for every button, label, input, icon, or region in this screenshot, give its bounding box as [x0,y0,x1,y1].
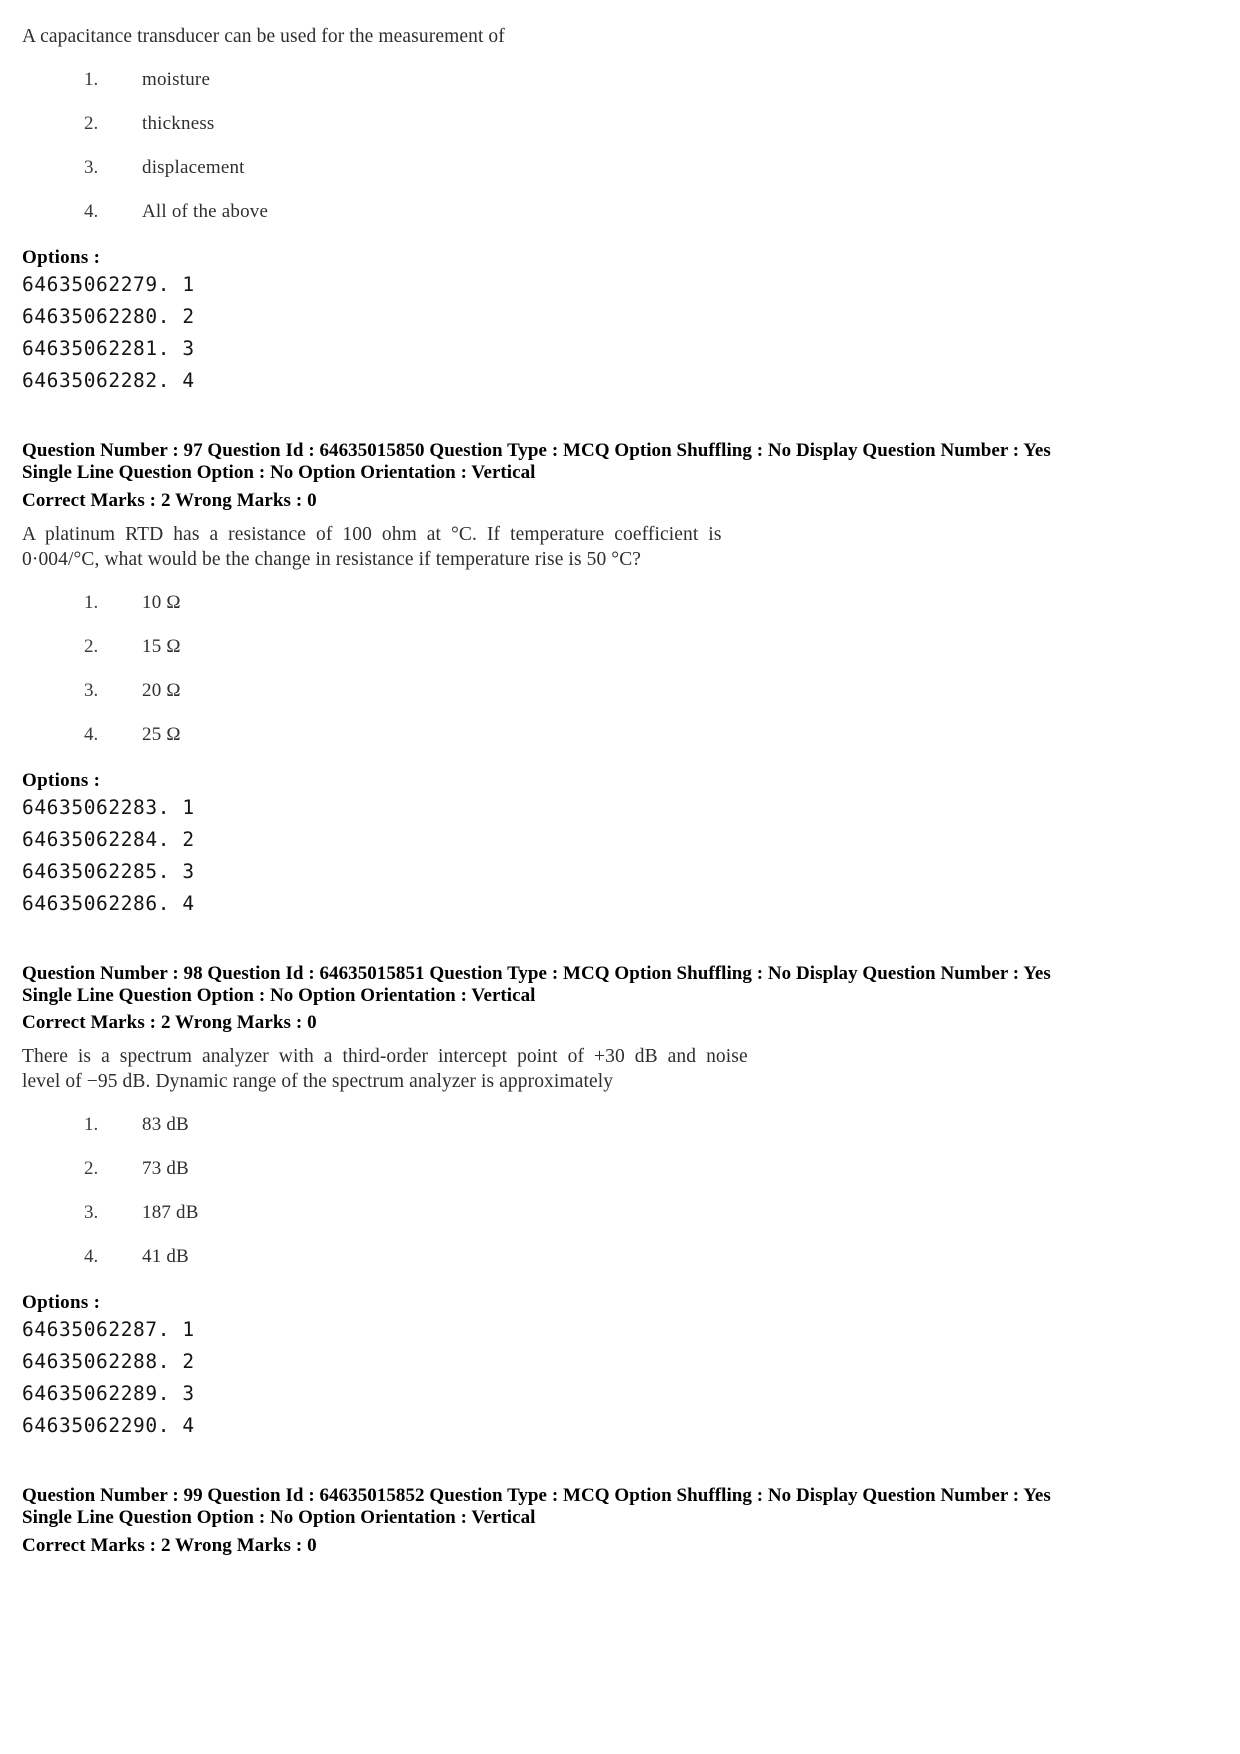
option-id-row: 64635062279. 1 [22,273,195,296]
choice-item[interactable]: 3. displacement [22,157,1062,179]
metadata-line-1: Question Number : 99 Question Id : 64635… [22,1485,1051,1506]
stem-line: level of −95 dB. Dynamic range of the sp… [22,1071,614,1092]
option-id-list-98: 64635062287. 1 64635062288. 2 6463506228… [22,1314,1062,1442]
marks-line-99: Correct Marks : 2 Wrong Marks : 0 [22,1534,317,1556]
choice-text: moisture [142,69,211,90]
option-id-row: 64635062281. 3 [22,337,195,360]
choice-text: displacement [142,157,245,178]
marks-line-98: Correct Marks : 2 Wrong Marks : 0 [22,1012,317,1033]
choice-number: 4. [84,723,99,745]
question-stem-97: A platinum RTD has a resistance of 100 o… [22,522,1062,572]
metadata-line-1: Question Number : 98 Question Id : 64635… [22,962,1051,984]
choice-number: 4. [84,1246,99,1267]
choice-number: 3. [84,1202,99,1223]
choice-number: 2. [84,1158,99,1179]
choice-item[interactable]: 1. 83 dB [22,1114,1062,1136]
choice-number: 3. [84,679,99,701]
question-stem-98: There is a spectrum analyzer with a thir… [22,1044,1062,1094]
question-block-98: Question Number : 98 Question Id : 64635… [22,962,1062,1443]
choice-list-98: 1. 83 dB 2. 73 dB 3. 187 dB 4. 41 dB [22,1114,1062,1268]
choice-number: 1. [84,69,99,90]
question-metadata-97: Question Number : 97 Question Id : 64635… [22,441,1062,483]
choice-number: 1. [84,1114,99,1135]
carryover-question-block: A capacitance transducer can be used for… [22,24,1062,397]
stem-line: There is a spectrum analyzer with a thir… [22,1046,748,1067]
option-id-row: 64635062285. 3 [22,859,195,883]
choice-item[interactable]: 4. All of the above [22,201,1062,223]
choice-item[interactable]: 1. 10 Ω [22,592,1062,614]
question-block-99: Question Number : 99 Question Id : 64635… [22,1486,1062,1557]
options-label: Options : [22,1292,101,1313]
choice-text: 41 dB [142,1246,189,1267]
choice-number: 1. [84,591,99,613]
page-content: A capacitance transducer can be used for… [22,24,1062,1557]
question-metadata-99: Question Number : 99 Question Id : 64635… [22,1486,1062,1528]
option-id-row: 64635062287. 1 [22,1318,195,1341]
stem-line: 0·004/°C, what would be the change in re… [22,548,642,570]
carryover-question-stem: A capacitance transducer can be used for… [22,26,505,47]
option-id-row: 64635062286. 4 [22,891,195,915]
option-id-row: 64635062284. 2 [22,827,195,851]
choice-text: 15 Ω [142,635,181,657]
choice-item[interactable]: 4. 25 Ω [22,724,1062,746]
choice-text: 25 Ω [142,723,181,745]
option-id-list: 64635062279. 1 64635062280. 2 6463506228… [22,269,1062,397]
marks-line-97: Correct Marks : 2 Wrong Marks : 0 [22,489,317,511]
carryover-choice-list: 1. moisture 2. thickness 3. displacement… [22,69,1062,223]
question-block-97: Question Number : 97 Question Id : 64635… [22,441,1062,920]
choice-text: 83 dB [142,1114,189,1135]
choice-item[interactable]: 2. 73 dB [22,1158,1062,1180]
option-id-row: 64635062283. 1 [22,795,195,819]
option-id-row: 64635062290. 4 [22,1414,195,1437]
choice-item[interactable]: 4. 41 dB [22,1246,1062,1268]
choice-text: 10 Ω [142,591,181,613]
option-id-list-97: 64635062283. 1 64635062284. 2 6463506228… [22,792,1062,920]
metadata-line-1: Question Number : 97 Question Id : 64635… [22,440,1051,461]
option-id-row: 64635062282. 4 [22,369,195,392]
option-id-row: 64635062288. 2 [22,1350,195,1373]
metadata-line-2: Single Line Question Option : No Option … [22,984,536,1006]
question-metadata-98: Question Number : 98 Question Id : 64635… [22,962,1062,1006]
choice-item[interactable]: 2. 15 Ω [22,636,1062,658]
choice-text: 187 dB [142,1202,199,1223]
choice-number: 3. [84,157,99,178]
stem-line: A platinum RTD has a resistance of 100 o… [22,523,722,545]
choice-item[interactable]: 1. moisture [22,69,1062,91]
exam-answer-key-page: A capacitance transducer can be used for… [0,0,1240,1754]
choice-number: 2. [84,113,99,134]
choice-item[interactable]: 2. thickness [22,113,1062,135]
choice-text: thickness [142,113,215,134]
metadata-line-2: Single Line Question Option : No Option … [22,1507,536,1528]
option-id-row: 64635062289. 3 [22,1382,195,1405]
options-label: Options : [22,247,101,268]
option-id-row: 64635062280. 2 [22,305,195,328]
choice-text: 20 Ω [142,679,181,701]
choice-number: 2. [84,635,99,657]
choice-item[interactable]: 3. 20 Ω [22,680,1062,702]
choice-item[interactable]: 3. 187 dB [22,1202,1062,1224]
choice-list-97: 1. 10 Ω 2. 15 Ω 3. 20 Ω 4. 25 Ω [22,592,1062,746]
choice-number: 4. [84,201,99,222]
choice-text: All of the above [142,201,269,222]
metadata-line-2: Single Line Question Option : No Option … [22,462,536,483]
choice-text: 73 dB [142,1158,189,1179]
options-label: Options : [22,769,101,791]
